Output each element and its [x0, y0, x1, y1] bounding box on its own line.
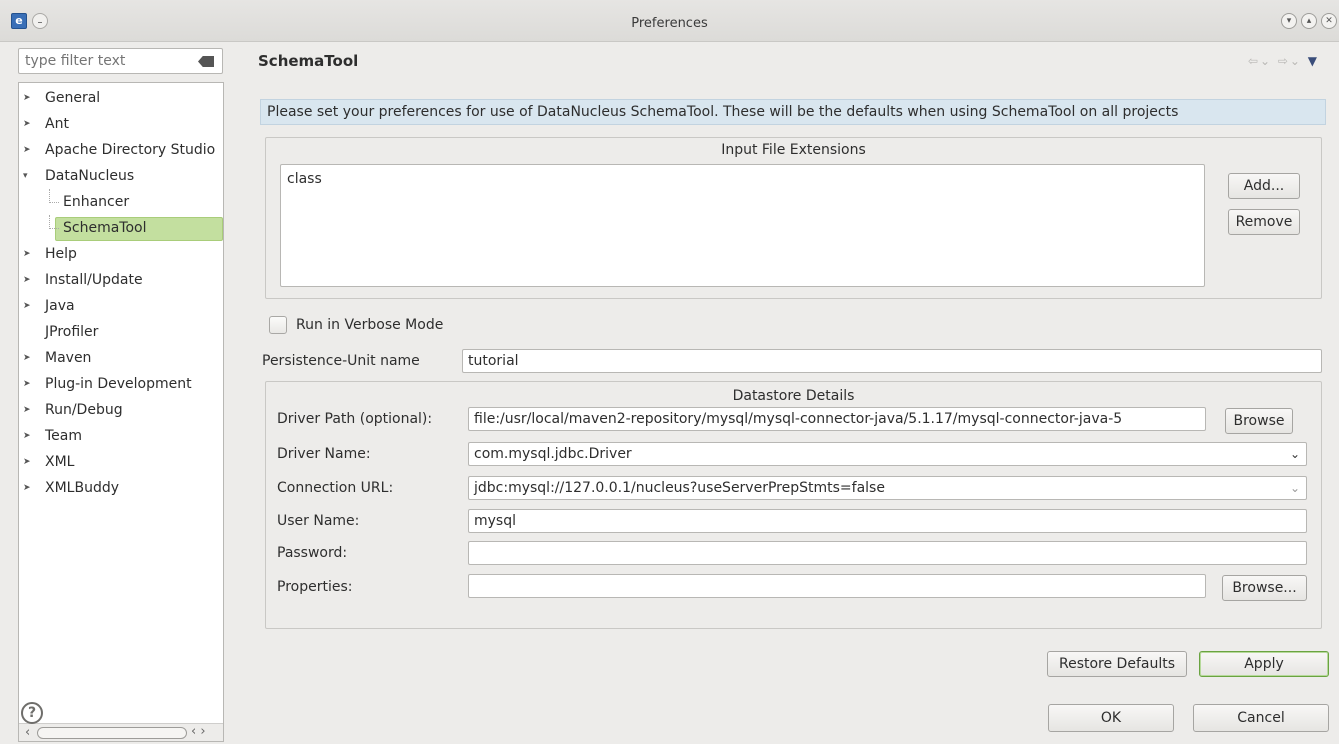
persistence-unit-label: Persistence-Unit name [262, 353, 420, 369]
group-title: Input File Extensions [721, 142, 866, 158]
forward-arrow-icon[interactable]: ⇨⌄ [1278, 54, 1302, 68]
connection-url-value: jdbc:mysql://127.0.0.1/nucleus?useServer… [474, 480, 885, 496]
user-name-input[interactable]: mysql [468, 509, 1307, 533]
driver-name-value: com.mysql.jdbc.Driver [474, 446, 632, 462]
chevron-down-icon[interactable]: ⌄ [1290, 443, 1300, 465]
tree-item-jprofiler[interactable]: JProfiler [19, 319, 223, 345]
tree-item-run-debug[interactable]: ➤ Run/Debug [19, 397, 223, 423]
scroll-arrows-icon[interactable]: ‹ › [191, 724, 206, 739]
driver-path-label: Driver Path (optional): [277, 411, 433, 427]
expand-arrow-icon[interactable]: ➤ [23, 423, 35, 449]
password-label: Password: [277, 545, 348, 561]
persistence-unit-input[interactable]: tutorial [462, 349, 1322, 373]
close-icon[interactable]: ✕ [1321, 13, 1337, 29]
collapse-arrow-icon[interactable]: ▾ [23, 163, 35, 189]
connection-url-combo[interactable]: jdbc:mysql://127.0.0.1/nucleus?useServer… [468, 476, 1307, 500]
maximize-icon[interactable]: ▴ [1301, 13, 1317, 29]
tree-item-apache-directory-studio[interactable]: ➤ Apache Directory Studio [19, 137, 223, 163]
tree-item-java[interactable]: ➤ Java [19, 293, 223, 319]
filter-input[interactable] [23, 51, 183, 71]
history-navigation: ⇦⌄ ⇨⌄ ▼ [1248, 54, 1319, 68]
expand-arrow-icon[interactable]: ➤ [23, 397, 35, 423]
tree-horizontal-scrollbar[interactable]: ‹ ‹ › [19, 723, 223, 741]
password-input[interactable] [468, 541, 1307, 565]
expand-arrow-icon[interactable]: ➤ [23, 241, 35, 267]
preferences-window: e Preferences ▾ ▴ ✕ ➤ General ➤ Ant ➤ Ap… [0, 0, 1339, 744]
scroll-left-icon[interactable]: ‹ [25, 725, 30, 740]
tree-item-plugin-development[interactable]: ➤ Plug-in Development [19, 371, 223, 397]
driver-name-combo[interactable]: com.mysql.jdbc.Driver ⌄ [468, 442, 1307, 466]
page-title: SchemaTool [258, 52, 359, 70]
help-icon[interactable]: ? [21, 702, 43, 724]
expand-arrow-icon[interactable]: ➤ [23, 293, 35, 319]
expand-arrow-icon[interactable]: ➤ [23, 449, 35, 475]
expand-arrow-icon[interactable]: ➤ [23, 85, 35, 111]
tree-item-datanucleus[interactable]: ▾ DataNucleus [19, 163, 223, 189]
tree-item-team[interactable]: ➤ Team [19, 423, 223, 449]
tree-item-ant[interactable]: ➤ Ant [19, 111, 223, 137]
expand-arrow-icon[interactable]: ➤ [23, 137, 35, 163]
chevron-down-icon[interactable]: ⌄ [1290, 477, 1300, 499]
restore-defaults-button[interactable]: Restore Defaults [1047, 651, 1187, 677]
properties-input[interactable] [468, 574, 1206, 598]
tree-item-schematool[interactable]: SchemaTool [19, 215, 223, 241]
scroll-thumb[interactable] [37, 727, 187, 739]
group-title: Datastore Details [732, 388, 855, 404]
minimize-icon[interactable]: ▾ [1281, 13, 1297, 29]
tree-item-xmlbuddy[interactable]: ➤ XMLBuddy [19, 475, 223, 501]
ok-button[interactable]: OK [1048, 704, 1174, 732]
extensions-list[interactable]: class [280, 164, 1205, 287]
tree-item-help[interactable]: ➤ Help [19, 241, 223, 267]
cancel-button[interactable]: Cancel [1193, 704, 1329, 732]
expand-arrow-icon[interactable]: ➤ [23, 345, 35, 371]
driver-path-input[interactable]: file:/usr/local/maven2-repository/mysql/… [468, 407, 1206, 431]
tree-item-install-update[interactable]: ➤ Install/Update [19, 267, 223, 293]
driver-name-label: Driver Name: [277, 446, 371, 462]
tree-item-xml[interactable]: ➤ XML [19, 449, 223, 475]
expand-arrow-icon[interactable]: ➤ [23, 475, 35, 501]
expand-arrow-icon[interactable]: ➤ [23, 267, 35, 293]
user-name-label: User Name: [277, 513, 360, 529]
verbose-mode-label: Run in Verbose Mode [296, 317, 444, 333]
expand-arrow-icon[interactable]: ➤ [23, 111, 35, 137]
back-arrow-icon[interactable]: ⇦⌄ [1248, 54, 1272, 68]
tree-item-maven[interactable]: ➤ Maven [19, 345, 223, 371]
expand-arrow-icon[interactable]: ➤ [23, 371, 35, 397]
description-banner: Please set your preferences for use of D… [260, 99, 1326, 125]
title-bar: e Preferences ▾ ▴ ✕ [0, 0, 1339, 42]
filter-box [18, 48, 223, 74]
tree-item-enhancer[interactable]: Enhancer [19, 189, 223, 215]
tree-item-general[interactable]: ➤ General [19, 85, 223, 111]
driver-path-browse-button[interactable]: Browse [1225, 408, 1293, 434]
apply-button[interactable]: Apply [1199, 651, 1329, 677]
properties-label: Properties: [277, 579, 353, 595]
view-menu-icon[interactable]: ▼ [1308, 54, 1319, 68]
add-extension-button[interactable]: Add... [1228, 173, 1300, 199]
clear-filter-icon[interactable] [198, 56, 214, 67]
properties-browse-button[interactable]: Browse... [1222, 575, 1307, 601]
remove-extension-button[interactable]: Remove [1228, 209, 1300, 235]
input-file-extensions-group: Input File Extensions class Add... Remov… [265, 137, 1322, 299]
preference-tree: ➤ General ➤ Ant ➤ Apache Directory Studi… [18, 82, 224, 742]
list-item[interactable]: class [287, 171, 322, 187]
window-title: Preferences [631, 16, 708, 31]
connection-url-label: Connection URL: [277, 480, 394, 496]
verbose-mode-checkbox[interactable] [269, 316, 287, 334]
